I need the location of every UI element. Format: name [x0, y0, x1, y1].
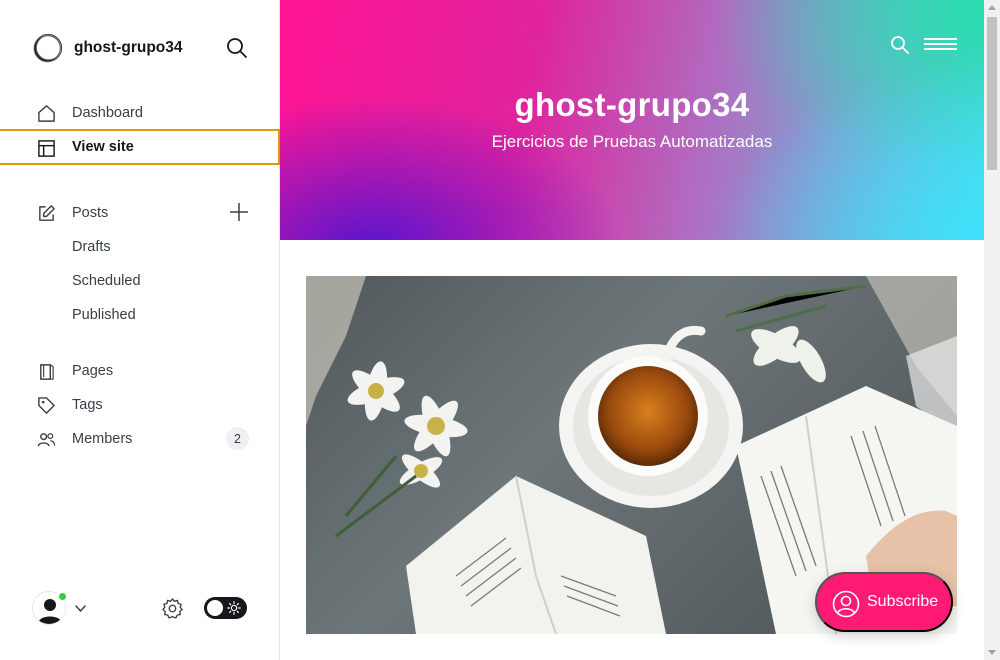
nav-drafts[interactable]: Drafts	[0, 230, 280, 264]
page-scrollbar[interactable]	[984, 0, 1000, 660]
site-preview: ghost-grupo34 Ejercicios de Pruebas Auto…	[280, 0, 984, 660]
gear-icon[interactable]	[161, 597, 184, 620]
pencil-icon	[39, 205, 55, 221]
scroll-down-arrow-icon[interactable]	[988, 650, 996, 655]
user-menu[interactable]	[32, 591, 90, 625]
nav-posts-label: Posts	[72, 205, 109, 221]
page-icon	[40, 364, 54, 380]
house-icon	[38, 105, 55, 122]
user-circle-icon	[832, 590, 860, 618]
subscribe-label: Subscribe	[867, 593, 939, 610]
nav-view-site-label: View site	[72, 139, 134, 155]
hamburger-menu-icon[interactable]	[924, 38, 957, 52]
nav-scheduled[interactable]: Scheduled	[0, 264, 280, 298]
site-name: ghost-grupo34	[74, 39, 183, 56]
admin-sidebar: ghost-grupo34 Dashboard View site Posts …	[0, 0, 280, 660]
nav-published[interactable]: Published	[0, 298, 280, 332]
site-header: ghost-grupo34 Ejercicios de Pruebas Auto…	[280, 0, 984, 240]
nav-published-label: Published	[72, 307, 136, 323]
subscribe-button[interactable]: Subscribe	[815, 572, 953, 632]
site-title: ghost-grupo34	[514, 86, 750, 123]
nav-view-site[interactable]: View site	[0, 129, 280, 165]
members-count-badge: 2	[226, 427, 249, 450]
nav-drafts-label: Drafts	[72, 239, 111, 255]
search-icon[interactable]	[890, 35, 910, 55]
nav-scheduled-label: Scheduled	[72, 273, 141, 289]
plus-icon[interactable]	[228, 201, 250, 223]
toggle-knob	[207, 600, 223, 616]
site-description: Ejercicios de Pruebas Automatizadas	[491, 132, 773, 151]
tag-icon	[38, 397, 55, 414]
nav-tags[interactable]: Tags	[0, 388, 280, 422]
site-brand[interactable]: ghost-grupo34	[32, 32, 183, 64]
online-status-dot	[57, 591, 68, 602]
scrollbar-thumb[interactable]	[987, 17, 997, 170]
layout-icon	[38, 140, 55, 157]
nav-dashboard[interactable]: Dashboard	[0, 96, 280, 130]
nav-members-label: Members	[72, 431, 133, 447]
dark-mode-toggle[interactable]	[204, 597, 247, 619]
search-icon[interactable]	[226, 37, 248, 59]
chevron-down-icon	[75, 605, 86, 613]
scroll-up-arrow-icon[interactable]	[988, 5, 996, 10]
nav-pages-label: Pages	[72, 363, 114, 379]
users-icon	[37, 433, 56, 447]
nav-dashboard-label: Dashboard	[72, 105, 143, 121]
nav-tags-label: Tags	[72, 397, 103, 413]
ghost-logo-icon	[33, 33, 63, 63]
nav-pages[interactable]: Pages	[0, 354, 280, 388]
sun-icon	[227, 601, 241, 615]
